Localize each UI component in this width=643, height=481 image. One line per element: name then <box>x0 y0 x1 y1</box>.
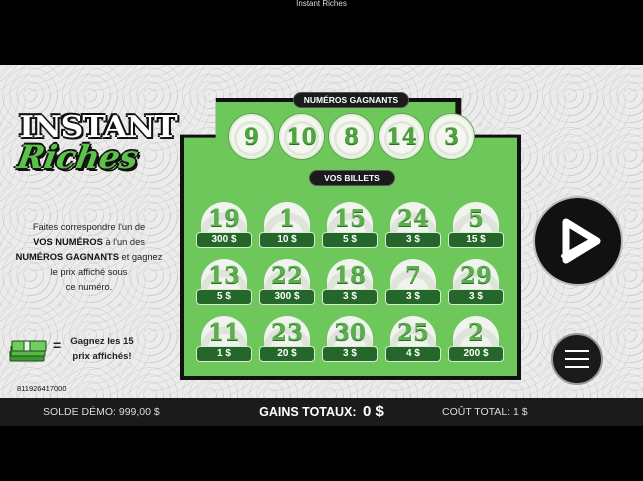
ticket-prize: 3 $ <box>385 289 441 305</box>
logo-riches-text: Riches <box>14 138 142 176</box>
ticket-number: 19 <box>207 205 240 232</box>
ticket-prize: 3 $ <box>322 289 378 305</box>
ticket-number: 25 <box>396 319 429 346</box>
ticket-spot[interactable]: 25 4 $ <box>384 316 442 362</box>
ticket-number: 11 <box>207 319 240 346</box>
ticket-spot[interactable]: 24 3 $ <box>384 202 442 248</box>
ticket-serial-number: 811926417000 <box>17 384 67 393</box>
play-icon <box>561 218 601 264</box>
winning-number[interactable]: 14 <box>379 114 424 159</box>
ticket-prize: 3 $ <box>448 289 504 305</box>
instructions-line-5: ce numéro. <box>65 282 113 292</box>
ticket-prize: 3 $ <box>322 346 378 362</box>
ticket-prize: 4 $ <box>385 346 441 362</box>
instructions-your-numbers: VOS NUMÉROS <box>33 237 103 247</box>
instructions-line-2: à l'un des <box>102 237 145 247</box>
ticket-spot[interactable]: 22 300 $ <box>258 259 316 305</box>
ticket-prize: 300 $ <box>196 232 252 248</box>
ticket-spot[interactable]: 2 200 $ <box>447 316 505 362</box>
instructions-winning-numbers: NUMÉROS GAGNANTS <box>15 252 119 262</box>
ticket-spot[interactable]: 5 15 $ <box>447 202 505 248</box>
ticket-number: 29 <box>459 262 492 289</box>
ticket-spot[interactable]: 29 3 $ <box>447 259 505 305</box>
winning-number-value: 3 <box>443 124 460 150</box>
your-tickets-label: VOS BILLETS <box>309 170 395 186</box>
ticket-number: 1 <box>278 205 295 232</box>
ticket-spot[interactable]: 15 5 $ <box>321 202 379 248</box>
winning-number-value: 10 <box>286 124 317 150</box>
ticket-number: 30 <box>333 319 366 346</box>
ticket-spot[interactable]: 13 5 $ <box>195 259 253 305</box>
ticket-number: 24 <box>396 205 429 232</box>
instructions-line-4: le prix affiché sous <box>50 267 128 277</box>
ticket-number: 2 <box>467 319 484 346</box>
ticket-number: 23 <box>270 319 303 346</box>
ticket-spot[interactable]: 73 $ <box>384 259 442 305</box>
ticket-prize: 15 $ <box>448 232 504 248</box>
ticket-prize: 20 $ <box>259 346 315 362</box>
total-winnings-amount: 0 $ <box>363 403 384 420</box>
ticket-number: 5 <box>467 205 484 232</box>
ticket-spot[interactable]: 30 3 $ <box>321 316 379 362</box>
instructions-line-1: Faites correspondre l'un de <box>32 222 146 232</box>
ticket-prize: 5 $ <box>196 289 252 305</box>
ticket-number: 13 <box>207 262 240 289</box>
cash-stack-icon <box>9 340 47 362</box>
winning-numbers-label: NUMÉROS GAGNANTS <box>293 92 409 108</box>
ticket-prize: 1 $ <box>196 346 252 362</box>
ticket-number: 22 <box>270 262 303 289</box>
equals-sign: = <box>53 337 62 353</box>
ticket-number: 15 <box>333 205 366 232</box>
window-title: Instant Riches <box>296 0 347 8</box>
prize-note-text: Gagnez les 15 prix affichés! <box>62 334 142 364</box>
total-winnings-label: GAINS TOTAUX: <box>259 405 357 419</box>
winning-number[interactable]: 3 <box>429 114 474 159</box>
total-cost: COÛT TOTAL: 1 $ <box>442 406 528 418</box>
ticket-spot[interactable]: 23 20 $ <box>258 316 316 362</box>
ticket-spot[interactable]: 1 10 $ <box>258 202 316 248</box>
status-bar: SOLDE DÉMO: 999,00 $ GAINS TOTAUX: 0 $ C… <box>0 398 643 426</box>
ticket-prize: 200 $ <box>448 346 504 362</box>
prize-note-line-2: prix affichés! <box>72 351 132 362</box>
winning-number[interactable]: 10 <box>279 114 324 159</box>
ticket-spot[interactable]: 11 1 $ <box>195 316 253 362</box>
ticket-spot[interactable]: 19 300 $ <box>195 202 253 248</box>
ticket-prize: 10 $ <box>259 232 315 248</box>
winning-number-value: 14 <box>386 124 417 150</box>
total-winnings: GAINS TOTAUX: 0 $ <box>0 403 643 420</box>
game-logo: INSTANT Riches <box>14 110 178 176</box>
play-button[interactable] <box>533 196 623 286</box>
ticket-prize: 3 $ <box>385 232 441 248</box>
ticket-number: 18 <box>333 262 366 289</box>
ticket-prize: 300 $ <box>259 289 315 305</box>
instructions-text: Faites correspondre l'un de VOS NUMÉROS … <box>8 220 170 295</box>
winning-number[interactable]: 9 <box>229 114 274 159</box>
winning-number-value: 8 <box>343 124 360 150</box>
prize-note-line-1: Gagnez les 15 <box>70 336 134 347</box>
winning-number[interactable]: 8 <box>329 114 374 159</box>
ticket-prize: 5 $ <box>322 232 378 248</box>
winning-number-value: 9 <box>243 124 260 150</box>
ticket-spot[interactable]: 18 3 $ <box>321 259 379 305</box>
instructions-line-3: et gagnez <box>118 252 163 262</box>
prize-note: = Gagnez les 15 prix affichés! <box>8 334 168 374</box>
menu-button[interactable] <box>551 333 603 385</box>
ticket-number: 7 <box>404 262 421 289</box>
